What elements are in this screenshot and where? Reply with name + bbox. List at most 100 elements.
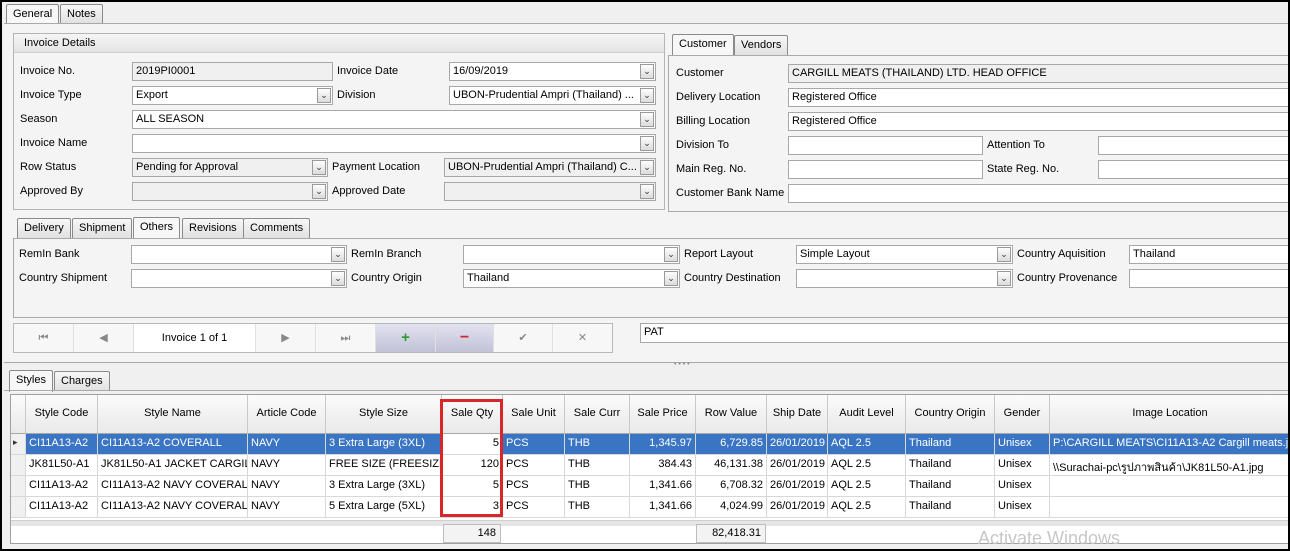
report-layout-select[interactable]: Simple Layout ⌄: [796, 245, 1013, 264]
tab-notes[interactable]: Notes: [60, 4, 103, 23]
cell-article-code[interactable]: NAVY: [248, 455, 326, 476]
col-style-name[interactable]: Style Name: [98, 395, 248, 434]
col-image-location[interactable]: Image Location: [1050, 395, 1288, 434]
country-aquisition-field[interactable]: Thailand: [1129, 245, 1288, 264]
cell-sale-unit[interactable]: PCS: [503, 455, 565, 476]
cell-audit-level[interactable]: AQL 2.5: [828, 476, 906, 497]
row-indicator-cell[interactable]: [11, 497, 26, 518]
cell-country-origin[interactable]: Thailand: [906, 455, 995, 476]
remin-branch-select[interactable]: ⌄: [463, 245, 680, 264]
cell-style-size[interactable]: 3 Extra Large (3XL): [326, 476, 442, 497]
remove-record-icon[interactable]: −: [436, 324, 494, 352]
tab-comments[interactable]: Comments: [243, 218, 311, 238]
add-record-icon[interactable]: +: [376, 324, 436, 352]
col-sale-price[interactable]: Sale Price: [630, 395, 696, 434]
cell-sale-curr[interactable]: THB: [565, 497, 630, 518]
tab-customer[interactable]: Customer: [672, 34, 734, 56]
cell-country-origin[interactable]: Thailand: [906, 476, 995, 497]
cell-image-location[interactable]: [1050, 476, 1288, 497]
chevron-down-icon[interactable]: ⌄: [640, 64, 654, 79]
last-record-icon[interactable]: ⏭: [316, 324, 376, 352]
cell-sale-price[interactable]: 384.43: [630, 455, 696, 476]
cell-sale-unit[interactable]: PCS: [503, 497, 565, 518]
cell-audit-level[interactable]: AQL 2.5: [828, 497, 906, 518]
cell-style-name[interactable]: CI11A13-A2 NAVY COVERALL: [98, 497, 248, 518]
cell-ship-date[interactable]: 26/01/2019: [767, 497, 828, 518]
chevron-down-icon[interactable]: ⌄: [640, 184, 654, 199]
col-style-code[interactable]: Style Code: [26, 395, 98, 434]
country-destination-select[interactable]: ⌄: [796, 269, 1013, 288]
main-reg-field[interactable]: [788, 160, 983, 179]
chevron-down-icon[interactable]: ⌄: [997, 247, 1011, 262]
next-record-icon[interactable]: ▶: [256, 324, 316, 352]
cell-style-code[interactable]: CI11A13-A2: [26, 476, 98, 497]
cell-style-size[interactable]: 5 Extra Large (5XL): [326, 497, 442, 518]
chevron-down-icon[interactable]: ⌄: [317, 88, 331, 103]
col-row-value[interactable]: Row Value: [696, 395, 767, 434]
cell-sale-curr[interactable]: THB: [565, 455, 630, 476]
col-sale-curr[interactable]: Sale Curr: [565, 395, 630, 434]
delivery-location-field[interactable]: Registered Office: [788, 88, 1288, 107]
division-to-field[interactable]: [788, 136, 983, 155]
chevron-down-icon[interactable]: ⌄: [664, 271, 678, 286]
col-sale-unit[interactable]: Sale Unit: [503, 395, 565, 434]
billing-location-field[interactable]: Registered Office: [788, 112, 1288, 131]
chevron-down-icon[interactable]: ⌄: [997, 271, 1011, 286]
cell-audit-level[interactable]: AQL 2.5: [828, 455, 906, 476]
cell-row-value[interactable]: 6,708.32: [696, 476, 767, 497]
row-status-select[interactable]: Pending for Approval ⌄: [132, 158, 328, 177]
cell-style-code[interactable]: CI11A13-A2: [26, 434, 98, 455]
cell-country-origin[interactable]: Thailand: [906, 434, 995, 455]
cell-gender[interactable]: Unisex: [995, 476, 1050, 497]
cell-style-code[interactable]: JK81L50-A1: [26, 455, 98, 476]
cell-style-size[interactable]: FREE SIZE (FREESIZE): [326, 455, 442, 476]
attention-to-field[interactable]: [1098, 136, 1288, 155]
cell-article-code[interactable]: NAVY: [248, 476, 326, 497]
chevron-down-icon[interactable]: ⌄: [312, 184, 326, 199]
chevron-down-icon[interactable]: ⌄: [331, 271, 345, 286]
approved-by-select[interactable]: ⌄: [132, 182, 328, 201]
country-shipment-select[interactable]: ⌄: [131, 269, 347, 288]
cell-image-location[interactable]: [1050, 497, 1288, 518]
remin-bank-select[interactable]: ⌄: [131, 245, 347, 264]
payment-location-select[interactable]: UBON-Prudential Ampri (Thailand) C... ⌄: [444, 158, 656, 177]
cell-sale-price[interactable]: 1,345.97: [630, 434, 696, 455]
col-ship-date[interactable]: Ship Date: [767, 395, 828, 434]
country-provenance-field[interactable]: [1129, 269, 1288, 288]
confirm-icon[interactable]: ✔: [494, 324, 553, 352]
tab-delivery[interactable]: Delivery: [17, 218, 71, 238]
first-record-icon[interactable]: ⏮: [14, 324, 74, 352]
cell-row-value[interactable]: 46,131.38: [696, 455, 767, 476]
row-indicator-cell[interactable]: [11, 455, 26, 476]
chevron-down-icon[interactable]: ⌄: [640, 160, 654, 175]
customer-field[interactable]: CARGILL MEATS (THAILAND) LTD. HEAD OFFIC…: [788, 64, 1288, 83]
season-select[interactable]: ALL SEASON ⌄: [132, 110, 656, 129]
cell-sale-curr[interactable]: THB: [565, 434, 630, 455]
cell-sale-price[interactable]: 1,341.66: [630, 497, 696, 518]
chevron-down-icon[interactable]: ⌄: [664, 247, 678, 262]
approved-date-select[interactable]: ⌄: [444, 182, 656, 201]
cell-style-code[interactable]: CI11A13-A2: [26, 497, 98, 518]
cell-ship-date[interactable]: 26/01/2019: [767, 476, 828, 497]
cell-audit-level[interactable]: AQL 2.5: [828, 434, 906, 455]
cell-sale-unit[interactable]: PCS: [503, 476, 565, 497]
invoice-name-select[interactable]: ⌄: [132, 134, 656, 153]
cell-row-value[interactable]: 6,729.85: [696, 434, 767, 455]
division-select[interactable]: UBON-Prudential Ampri (Thailand) ... ⌄: [449, 86, 656, 105]
cell-gender[interactable]: Unisex: [995, 497, 1050, 518]
cell-country-origin[interactable]: Thailand: [906, 497, 995, 518]
invoice-date-field[interactable]: 16/09/2019 ⌄: [449, 62, 656, 81]
cell-image-location[interactable]: \\Surachai-pc\รูปภาพสินค้า\JK81L50-A1.jp…: [1050, 455, 1288, 476]
col-audit-level[interactable]: Audit Level: [828, 395, 906, 434]
tab-shipment[interactable]: Shipment: [72, 218, 133, 238]
cell-gender[interactable]: Unisex: [995, 434, 1050, 455]
state-reg-field[interactable]: [1098, 160, 1288, 179]
tab-charges[interactable]: Charges: [54, 371, 110, 391]
invoice-no-field[interactable]: 2019PI0001: [132, 62, 333, 81]
col-gender[interactable]: Gender: [995, 395, 1050, 434]
chevron-down-icon[interactable]: ⌄: [640, 112, 654, 127]
tab-vendors[interactable]: Vendors: [734, 35, 789, 55]
cell-article-code[interactable]: NAVY: [248, 434, 326, 455]
col-country-origin[interactable]: Country Origin: [906, 395, 995, 434]
cell-style-name[interactable]: CI11A13-A2 NAVY COVERALL: [98, 476, 248, 497]
